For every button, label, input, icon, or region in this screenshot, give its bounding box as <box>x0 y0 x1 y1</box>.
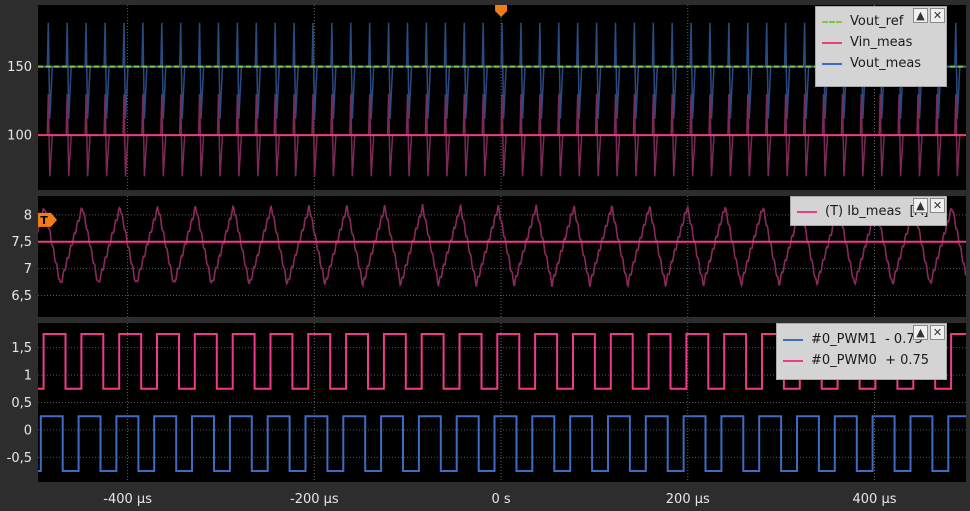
minimize-icon[interactable]: ▲ <box>913 325 928 340</box>
legend-middle[interactable]: ▲ ✕ (T) Ib_meas [A] <box>790 196 947 226</box>
scope-window: 100 150 6,5 7 7,5 8 -0,5 0 0,5 1 1,5 -400 µs -200 µs… <box>0 0 970 511</box>
close-icon[interactable]: ✕ <box>930 325 945 340</box>
x-tick-label: -200 µs <box>290 492 339 507</box>
legend-label: Vin_meas <box>850 35 913 50</box>
legend-item-vin-meas[interactable]: Vin_meas <box>816 32 946 53</box>
x-tick-label: 400 µs <box>853 492 897 507</box>
trigger-level-label: T <box>40 214 48 227</box>
y-tick-label: 7,5 <box>11 235 32 250</box>
y-tick-label: 0,5 <box>11 396 32 411</box>
minimize-icon[interactable]: ▲ <box>913 8 928 23</box>
y-tick-label: -0,5 <box>7 451 32 466</box>
legend-swatch <box>783 338 803 341</box>
y-tick-label: 6,5 <box>11 289 32 304</box>
legend-middle-buttons: ▲ ✕ <box>913 198 945 213</box>
y-tick-label: 1,5 <box>11 341 32 356</box>
minimize-icon[interactable]: ▲ <box>913 198 928 213</box>
legend-label: Vout_meas <box>850 56 922 71</box>
legend-bottom-buttons: ▲ ✕ <box>913 325 945 340</box>
x-tick-label: 200 µs <box>666 492 710 507</box>
x-tick-label: 0 s <box>491 492 510 507</box>
legend-item-vout-meas[interactable]: Vout_meas <box>816 53 946 74</box>
close-icon[interactable]: ✕ <box>930 8 945 23</box>
legend-swatch <box>822 20 842 23</box>
legend-top[interactable]: ▲ ✕ Vout_ref Vin_meas Vout_meas <box>815 6 947 87</box>
legend-label: Vout_ref <box>850 14 904 29</box>
legend-top-buttons: ▲ ✕ <box>913 8 945 23</box>
legend-label: #0_PWM0 + 0.75 <box>811 353 930 368</box>
y-tick-label: 8 <box>24 208 32 223</box>
legend-swatch <box>822 41 842 44</box>
legend-item-pwm0[interactable]: #0_PWM0 + 0.75 <box>777 350 946 371</box>
legend-swatch <box>797 210 817 213</box>
legend-swatch <box>783 359 803 362</box>
x-tick-label: -400 µs <box>103 492 152 507</box>
y-tick-label: 0 <box>24 423 32 438</box>
y-tick-label: 100 <box>7 129 32 144</box>
legend-bottom[interactable]: ▲ ✕ #0_PWM1 - 0.75 #0_PWM0 + 0.75 <box>776 323 947 380</box>
legend-swatch <box>822 62 842 65</box>
y-tick-label: 150 <box>7 60 32 75</box>
legend-label: #0_PWM1 - 0.75 <box>811 332 923 347</box>
close-icon[interactable]: ✕ <box>930 198 945 213</box>
y-tick-label: 7 <box>24 262 32 277</box>
y-tick-label: 1 <box>24 369 32 384</box>
